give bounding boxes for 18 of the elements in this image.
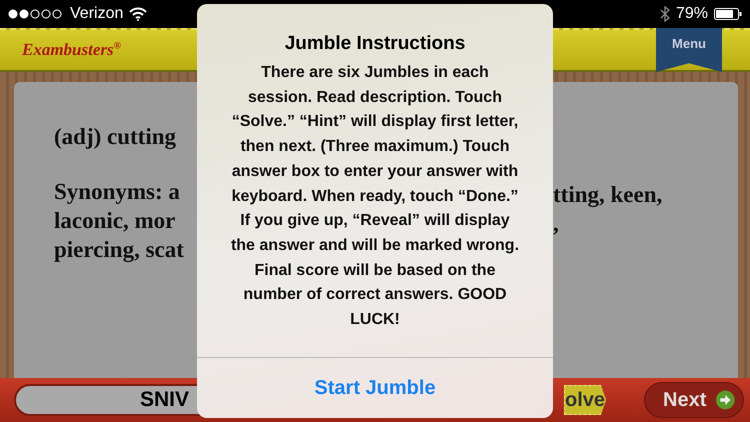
battery-icon	[714, 8, 742, 20]
solve-button[interactable]: olve	[564, 385, 606, 415]
definition-text: laconic, mor	[54, 207, 176, 235]
wifi-icon	[129, 7, 148, 21]
definition-text: ,	[553, 210, 560, 238]
definition-text: (adj) cutting	[54, 123, 178, 151]
dialog-message: There are six Jumbles in each session. Read description. Touch “Solve.” “Hint” will display first letter, then next. (Three maximum.) Touch answer box to enter your answer with keyboard. When ready, touch “Done.” If you give up, “Reveal” will display the answer and will be marked wrong. Final score will be based on the number of correct answers. GOOD LUCK!	[230, 63, 520, 330]
dialog-title: Jumble Instructions	[284, 33, 466, 55]
signal-icon	[8, 9, 64, 19]
next-button[interactable]: Next	[644, 382, 744, 418]
definition-text: Synonyms: a	[54, 178, 181, 206]
battery-percentage: 79%	[676, 5, 708, 23]
carrier-name: Verizon	[70, 5, 124, 23]
menu-button[interactable]: Menu	[656, 28, 722, 72]
app-logo: Exambusters$^{®}$	[22, 40, 122, 60]
definition-text: piercing, scat	[54, 236, 185, 264]
bluetooth-icon	[660, 6, 670, 22]
definition-text: tting, keen,	[553, 181, 664, 209]
